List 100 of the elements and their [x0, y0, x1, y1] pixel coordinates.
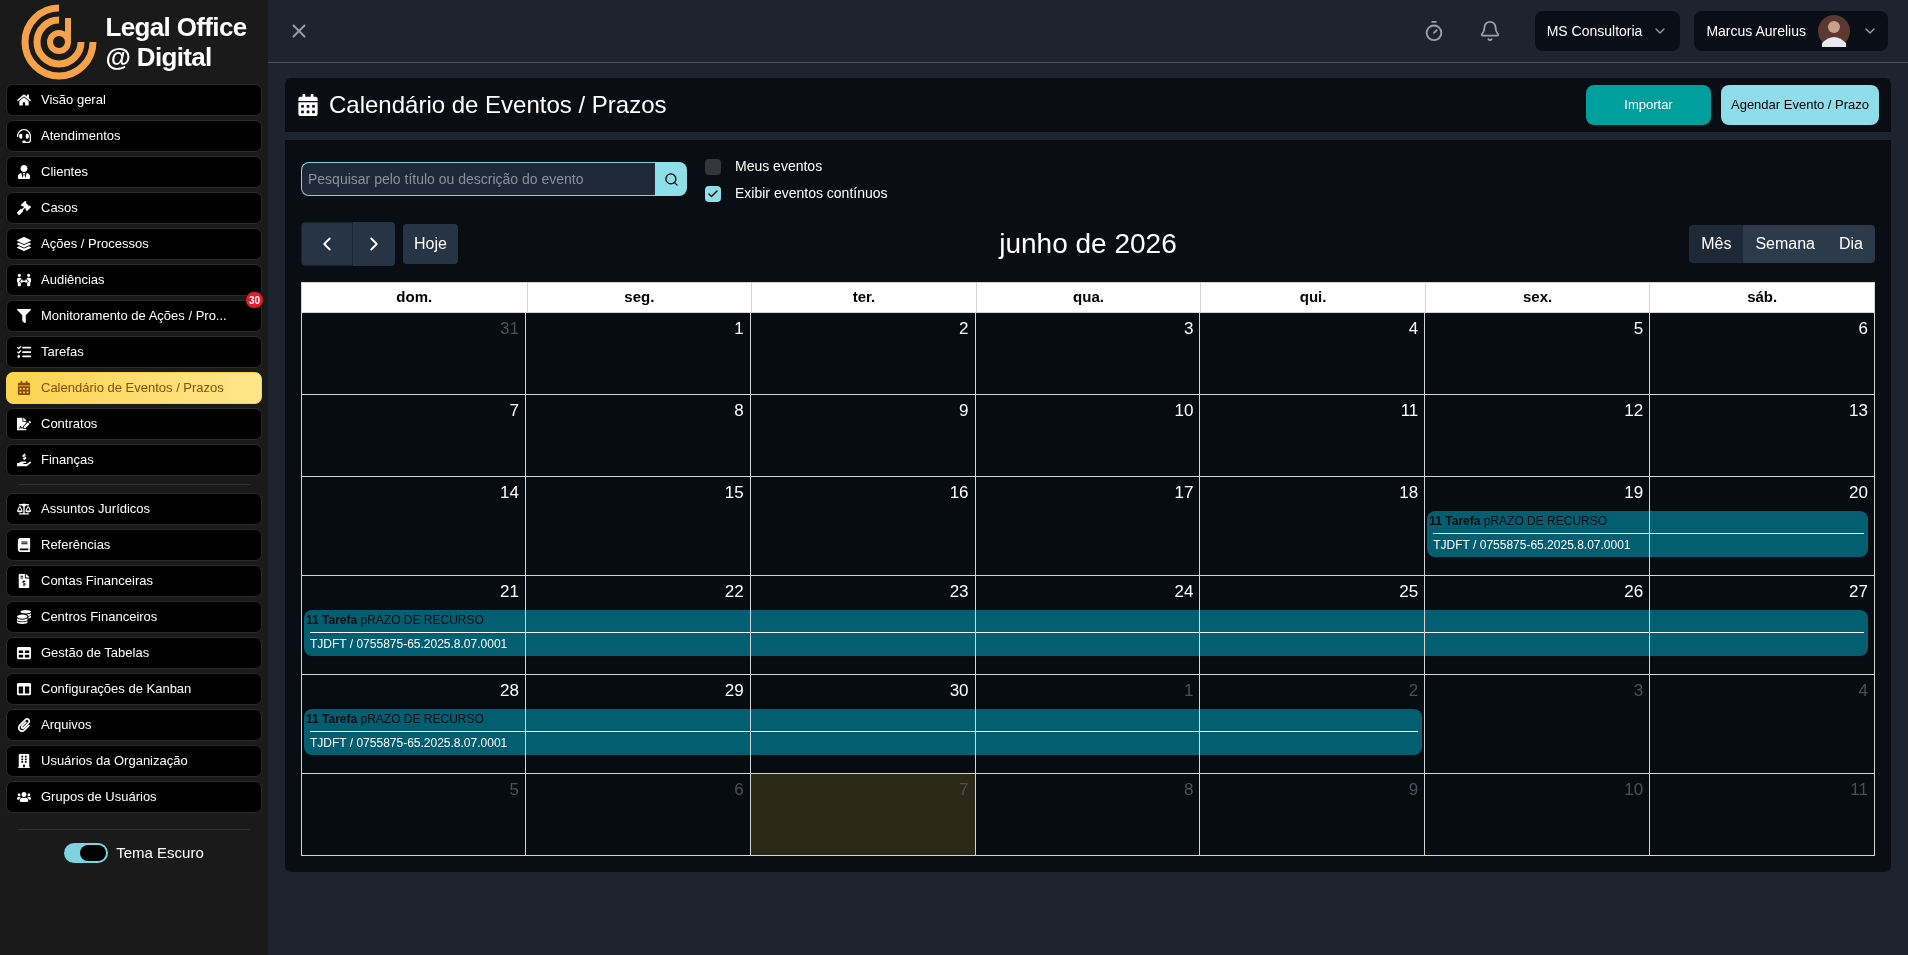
- view-tab[interactable]: Mês: [1689, 225, 1744, 263]
- day-cell[interactable]: 5: [1425, 313, 1651, 395]
- event-bar[interactable]: [975, 609, 1200, 656]
- checkbox[interactable]: [705, 185, 721, 202]
- sidebar-item[interactable]: Centros Financeiros: [6, 601, 262, 633]
- today-button[interactable]: Hoje: [403, 224, 458, 264]
- sidebar-item[interactable]: Finanças: [6, 444, 262, 476]
- next-button[interactable]: [353, 222, 395, 266]
- user-menu[interactable]: Marcus Aurelius: [1694, 11, 1888, 51]
- event-bar[interactable]: [1200, 609, 1425, 656]
- search-field[interactable]: Pesquisar pelo título ou descrição do evento: [301, 162, 655, 196]
- sidebar-item[interactable]: Grupos de Usuários: [6, 781, 262, 813]
- theme-toggle[interactable]: [64, 843, 109, 864]
- day-number: 26: [1624, 581, 1645, 603]
- day-number: 20: [1849, 482, 1869, 504]
- sidebar-item[interactable]: Atendimentos: [6, 120, 262, 152]
- sidebar-item[interactable]: Audiências: [6, 264, 262, 296]
- search-button[interactable]: [655, 162, 687, 196]
- event-bar[interactable]: [1200, 708, 1423, 755]
- event-bar[interactable]: [750, 609, 975, 656]
- day-cell[interactable]: 4: [1200, 313, 1426, 395]
- day-cell[interactable]: 6: [1650, 313, 1875, 395]
- event-bar[interactable]: 11 Tarefa pRAZO DE RECURSO TJDFT / 0755875-65.2025.8.07.0001: [304, 708, 525, 755]
- calendar-icon: [297, 94, 319, 116]
- event-title: 11 Tarefa pRAZO DE RECURSO: [1429, 513, 1609, 529]
- day-number: 3: [1633, 680, 1645, 702]
- view-tab[interactable]: Semana: [1743, 225, 1827, 263]
- day-cell[interactable]: 9: [750, 395, 976, 477]
- day-cell[interactable]: 26: [1425, 576, 1651, 675]
- weekday-header: qua.: [975, 283, 1201, 312]
- sidebar-item[interactable]: Ações / Processos: [6, 228, 262, 260]
- day-cell[interactable]: 19 11 Tarefa pRAZO DE RECURSO TJDFT / 0755875-65.2025.8.07.0001: [1425, 477, 1651, 576]
- day-cell[interactable]: 12: [1425, 395, 1651, 477]
- day-cell[interactable]: 30: [750, 675, 976, 774]
- day-cell[interactable]: 20: [1650, 477, 1875, 576]
- sidebar-item[interactable]: Contratos: [6, 408, 262, 440]
- day-cell[interactable]: 7: [301, 395, 526, 477]
- sidebar-item[interactable]: Usuários da Organização: [6, 745, 262, 777]
- day-cell[interactable]: 2: [750, 313, 976, 395]
- weekday-header: qui.: [1200, 283, 1425, 312]
- event-bar[interactable]: [975, 708, 1200, 755]
- day-cell[interactable]: 15: [525, 477, 751, 576]
- day-cell[interactable]: 3: [975, 313, 1201, 395]
- paperclip-icon: [17, 718, 31, 732]
- day-number: 10: [1174, 400, 1195, 422]
- day-cell[interactable]: 28 11 Tarefa pRAZO DE RECURSO TJDFT / 0755875-65.2025.8.07.0001: [301, 675, 526, 774]
- sidebar-item[interactable]: Clientes: [6, 156, 262, 188]
- event-bar[interactable]: [525, 609, 750, 656]
- sidebar-item[interactable]: Configurações de Kanban: [6, 673, 262, 705]
- day-cell[interactable]: 22: [525, 576, 751, 675]
- sidebar-item[interactable]: Gestão de Tabelas: [6, 637, 262, 669]
- day-cell[interactable]: 10: [975, 395, 1201, 477]
- day-number: 30: [949, 680, 970, 702]
- checkbox[interactable]: [705, 158, 721, 175]
- day-cell[interactable]: 14: [301, 477, 526, 576]
- event-bar[interactable]: [525, 708, 750, 755]
- avatar: [1818, 15, 1850, 47]
- day-cell[interactable]: 18: [1200, 477, 1426, 576]
- people-icon: [17, 273, 31, 287]
- day-number: 11: [1850, 779, 1869, 801]
- day-cell[interactable]: 25: [1200, 576, 1426, 675]
- event-bar[interactable]: [1425, 609, 1650, 656]
- event-bar[interactable]: 11 Tarefa pRAZO DE RECURSO TJDFT / 0755875-65.2025.8.07.0001: [304, 609, 525, 656]
- hand-coin-icon: [17, 453, 31, 467]
- day-cell[interactable]: 13: [1650, 395, 1875, 477]
- sidebar-item[interactable]: Visão geral: [6, 84, 262, 116]
- sidebar-item[interactable]: Arquivos: [6, 709, 262, 741]
- day-cell[interactable]: 8: [525, 395, 751, 477]
- day-cell[interactable]: 27: [1650, 576, 1875, 675]
- day-number: 22: [724, 581, 745, 603]
- day-cell[interactable]: 1: [525, 313, 751, 395]
- day-number: 5: [1633, 318, 1645, 340]
- day-number: 27: [1849, 581, 1869, 603]
- day-cell[interactable]: 17: [975, 477, 1201, 576]
- calendar-icon: [17, 381, 31, 395]
- day-cell[interactable]: 24: [975, 576, 1201, 675]
- sidebar-item[interactable]: Referências: [6, 529, 262, 561]
- sidebar-item[interactable]: Contas Financeiras: [6, 565, 262, 597]
- day-cell[interactable]: 21 11 Tarefa pRAZO DE RECURSO TJDFT / 0755875-65.2025.8.07.0001: [301, 576, 526, 675]
- day-cell[interactable]: 23: [750, 576, 976, 675]
- weekday-header: sex.: [1424, 283, 1650, 312]
- event-bar[interactable]: 11 Tarefa pRAZO DE RECURSO TJDFT / 0755875-65.2025.8.07.0001: [1427, 510, 1650, 557]
- day-cell[interactable]: 16: [750, 477, 976, 576]
- day-number: 11: [1400, 400, 1420, 422]
- notifications-button[interactable]: [1478, 20, 1501, 42]
- sidebar-item[interactable]: Assuntos Jurídicos: [6, 493, 262, 525]
- event-bar[interactable]: [1650, 510, 1868, 557]
- sidebar-item[interactable]: Calendário de Eventos / Prazos: [6, 372, 262, 404]
- sidebar-item[interactable]: Casos: [6, 192, 262, 224]
- day-number: 12: [1624, 400, 1645, 422]
- schedule-button[interactable]: Agendar Evento / Prazo: [1721, 85, 1879, 125]
- day-number: 3: [1183, 318, 1195, 340]
- day-cell[interactable]: 29: [525, 675, 751, 774]
- event-bar[interactable]: [750, 708, 975, 755]
- day-cell[interactable]: 11: [1200, 395, 1426, 477]
- view-tab[interactable]: Dia: [1827, 225, 1875, 263]
- organization-dropdown[interactable]: MS Consultoria: [1534, 11, 1681, 51]
- day-number: 13: [1849, 400, 1869, 422]
- event-bar[interactable]: [1650, 609, 1868, 656]
- sidebar-item[interactable]: Tarefas: [6, 336, 262, 368]
